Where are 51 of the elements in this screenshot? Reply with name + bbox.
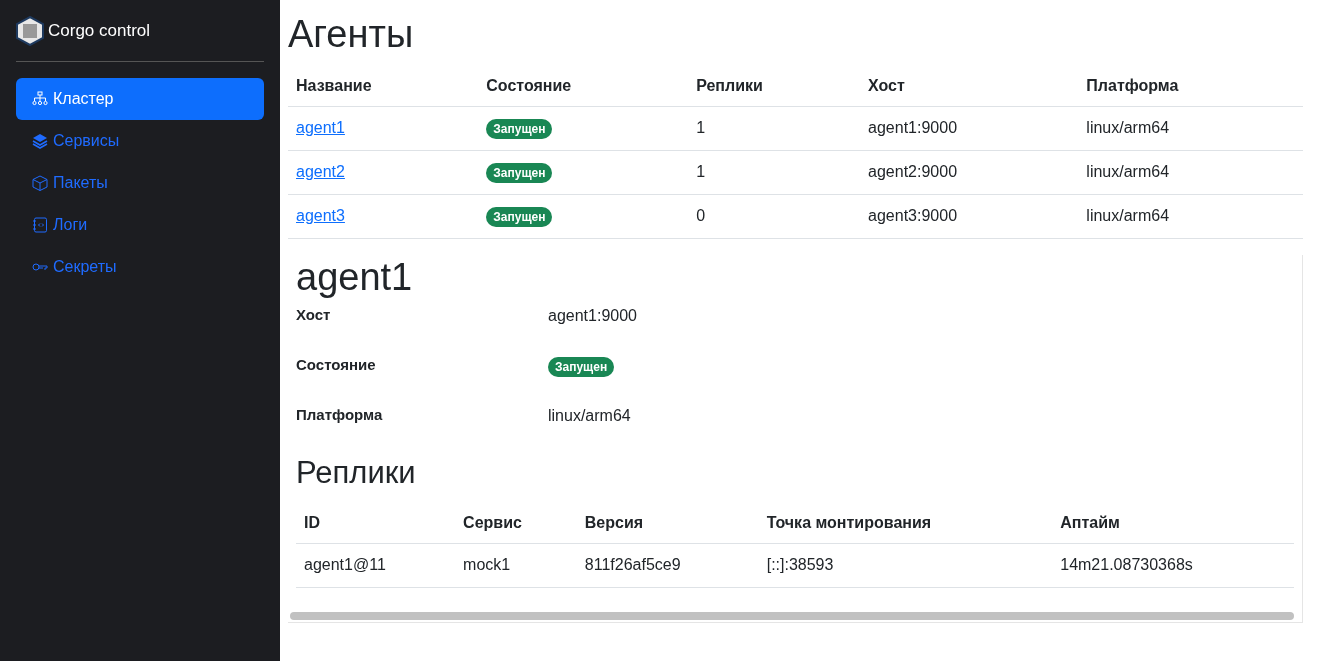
journal-icon — [32, 217, 48, 233]
page-title: Агенты — [288, 12, 415, 57]
status-badge: Запущен — [486, 162, 553, 183]
column-header: Версия — [576, 503, 759, 544]
sidebar-item[interactable]: Секреты — [16, 246, 264, 288]
table-cell: mock1 — [455, 543, 577, 588]
table-cell: 1 — [688, 150, 861, 195]
app-name: Corgo control — [48, 20, 151, 43]
column-header: Сервис — [455, 503, 577, 544]
table-cell: [::]:38593 — [758, 543, 1053, 588]
layers-icon — [32, 133, 48, 149]
table-cell: agent3:9000 — [860, 194, 1079, 239]
column-header: Название — [288, 65, 479, 107]
agent-link[interactable]: agent3 — [296, 206, 345, 224]
field-label: Платформа — [296, 405, 384, 426]
column-header: Аптайм — [1052, 503, 1294, 544]
sidebar-item[interactable]: Сервисы — [16, 120, 264, 162]
network-icon — [32, 91, 48, 107]
status-badge: Запущен — [548, 357, 615, 378]
sidebar-item[interactable]: Логи — [16, 204, 264, 246]
column-header: Реплики — [688, 65, 861, 107]
table-cell: 811f26af5ce9 — [576, 543, 759, 588]
agent-title: agent1 — [296, 254, 414, 300]
box-icon — [32, 175, 48, 191]
table-cell: 14m21.08730368s — [1052, 543, 1294, 588]
status-badge: Запущен — [486, 118, 553, 139]
table-cell: agent2:9000 — [860, 150, 1079, 195]
field-label: Хост — [296, 305, 332, 326]
scrollbar[interactable] — [290, 612, 1294, 621]
status-badge: Запущен — [486, 206, 553, 227]
field-value: agent1:9000 — [548, 306, 637, 327]
column-header: Платформа — [1078, 65, 1303, 107]
table-cell: linux/arm64 — [1078, 194, 1303, 239]
sidebar-item[interactable]: Пакеты — [16, 162, 264, 204]
table-cell: agent1:9000 — [860, 106, 1079, 151]
field-label: Состояние — [296, 355, 377, 376]
table-cell: 0 — [688, 194, 861, 239]
sidebar-item[interactable]: Кластер — [16, 78, 264, 120]
table-cell: linux/arm64 — [1078, 150, 1303, 195]
section-title: Реплики — [296, 454, 417, 492]
column-header: ID — [296, 503, 456, 544]
column-header: Точка монтирования — [758, 503, 1053, 544]
agent-link[interactable]: agent1 — [296, 118, 345, 136]
table-cell: 1 — [688, 106, 861, 151]
logo-icon — [16, 16, 44, 46]
column-header: Состояние — [478, 65, 689, 107]
table-cell: linux/arm64 — [1078, 106, 1303, 151]
field-value: linux/arm64 — [548, 406, 631, 427]
table-cell: agent1@11 — [296, 543, 456, 588]
column-header: Хост — [860, 65, 1079, 107]
agent-link[interactable]: agent2 — [296, 162, 345, 180]
